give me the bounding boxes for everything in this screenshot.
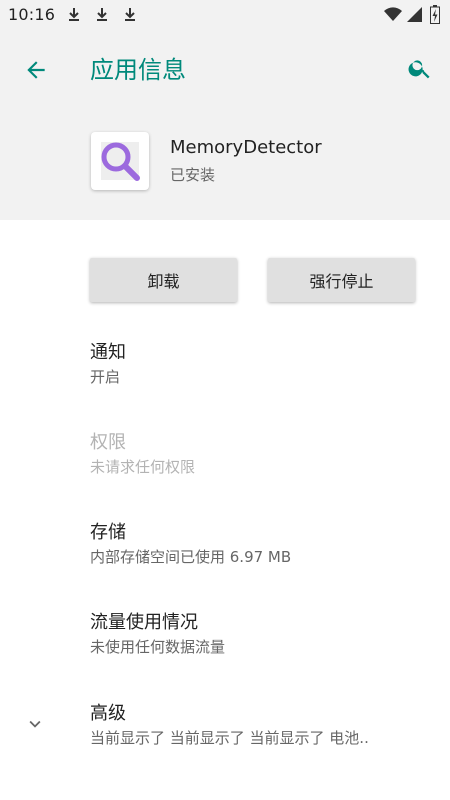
signal-icon <box>407 7 422 22</box>
download-icon <box>125 8 135 21</box>
status-bar: 10:16 <box>0 0 450 30</box>
page-title: 应用信息 <box>90 56 186 84</box>
settings-item-subtitle: 未请求任何权限 <box>90 458 196 476</box>
settings-item-title: 高级 <box>90 703 126 724</box>
wifi-icon <box>384 7 402 22</box>
settings-item-permissions: 权限 未请求任何权限 <box>0 428 450 508</box>
download-icon <box>97 8 107 21</box>
download-icon <box>69 8 79 21</box>
settings-item-subtitle: 开启 <box>90 368 121 386</box>
magnifier-icon <box>101 142 140 181</box>
search-button[interactable] <box>402 50 438 86</box>
settings-item-title: 存储 <box>90 522 126 543</box>
settings-item-notifications[interactable]: 通知 开启 <box>0 338 450 418</box>
battery-icon <box>430 5 440 24</box>
uninstall-button[interactable]: 卸载 <box>90 258 237 302</box>
settings-item-advanced[interactable]: 高级 当前显示了 当前显示了 当前显示了 电池.. <box>0 699 450 779</box>
app-name: MemoryDetector <box>170 137 322 158</box>
app-header: 应用信息 MemoryDetector 已安装 <box>0 30 450 220</box>
settings-item-storage[interactable]: 存储 内部存储空间已使用 6.97 MB <box>0 518 450 598</box>
app-install-status: 已安装 <box>170 166 216 184</box>
status-time: 10:16 <box>8 5 56 24</box>
force-stop-button[interactable]: 强行停止 <box>268 258 415 302</box>
settings-item-subtitle: 内部存储空间已使用 6.97 MB <box>90 548 292 566</box>
settings-item-title: 权限 <box>90 432 126 453</box>
settings-item-title: 通知 <box>90 342 126 363</box>
settings-item-subtitle: 当前显示了 当前显示了 当前显示了 电池.. <box>90 729 369 747</box>
back-button[interactable] <box>18 52 54 88</box>
arrow-left-icon <box>27 61 45 79</box>
search-icon <box>408 60 430 79</box>
settings-item-title: 流量使用情况 <box>90 612 198 633</box>
settings-item-data-usage[interactable]: 流量使用情况 未使用任何数据流量 <box>0 608 450 688</box>
settings-item-subtitle: 未使用任何数据流量 <box>90 638 226 656</box>
app-icon <box>91 132 149 190</box>
chevron-down-icon[interactable] <box>24 713 46 735</box>
